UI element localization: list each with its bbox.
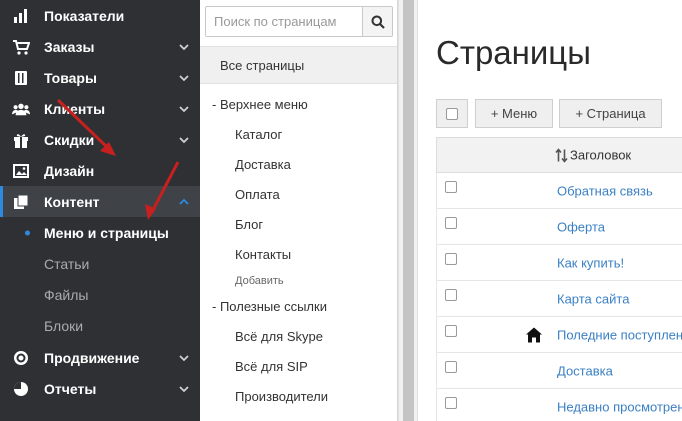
tree-item[interactable]: Всё для Skype <box>235 329 323 344</box>
sidebar-item-clients[interactable]: Клиенты <box>0 93 200 124</box>
table-row[interactable]: Оферта <box>436 209 682 245</box>
menu-group-top[interactable]: - Верхнее меню <box>212 97 308 112</box>
scrollbar-thumb[interactable] <box>403 0 414 421</box>
menu-group-useful-links[interactable]: - Полезные ссылки <box>212 299 327 314</box>
sidebar-item-label: Товары <box>44 69 97 86</box>
bar-chart-icon <box>12 8 30 24</box>
sidebar-item-discounts[interactable]: Скидки <box>0 124 200 155</box>
sidebar-item-promotion[interactable]: Продвижение <box>0 342 200 373</box>
sidebar-item-label: Продвижение <box>44 349 140 366</box>
sidebar-subitem-label: Блоки <box>44 317 84 334</box>
chevron-down-icon[interactable] <box>178 353 190 363</box>
row-checkbox[interactable] <box>445 253 457 265</box>
pages-tree-panel: Все страницы - Верхнее меню Каталог Дост… <box>200 0 398 421</box>
book-icon <box>12 70 30 86</box>
tree-item[interactable]: Контакты <box>235 247 291 262</box>
sidebar-item-label: Контент <box>44 193 100 210</box>
admin-sidebar: Показатели Заказы Товары Клиенты Скидки <box>0 0 200 421</box>
select-all-checkbox[interactable] <box>436 99 468 128</box>
page-link[interactable]: Карта сайта <box>557 291 629 306</box>
chevron-down-icon[interactable] <box>178 42 190 52</box>
add-page-button[interactable]: + Страница <box>559 99 662 128</box>
checkbox[interactable] <box>446 107 458 120</box>
table-row[interactable]: Поледние поступления <box>436 317 682 353</box>
search-input[interactable] <box>205 6 363 37</box>
table-row[interactable]: Обратная связь <box>436 173 682 209</box>
chevron-down-icon[interactable] <box>178 104 190 114</box>
page-link[interactable]: Недавно просмотренные <box>557 399 682 414</box>
home-icon <box>526 327 542 342</box>
sidebar-subitem-label: Статьи <box>44 255 90 272</box>
sidebar-subitem-label: Файлы <box>44 286 89 303</box>
chevron-down-icon[interactable] <box>178 73 190 83</box>
column-header-title[interactable]: Заголовок <box>555 148 631 163</box>
cart-icon <box>12 39 30 55</box>
chevron-down-icon[interactable] <box>178 384 190 394</box>
sidebar-subitem-articles[interactable]: Статьи <box>0 248 200 279</box>
tree-scrollbar[interactable] <box>398 0 418 421</box>
add-menu-item-link[interactable]: Добавить <box>235 275 284 287</box>
search-button[interactable] <box>362 6 393 37</box>
copy-icon <box>12 194 30 210</box>
tree-item[interactable]: Оплата <box>235 187 280 202</box>
page-link[interactable]: Как купить! <box>557 255 624 270</box>
active-dot <box>25 230 30 235</box>
tree-item[interactable]: Каталог <box>235 127 282 142</box>
row-checkbox[interactable] <box>445 361 457 373</box>
page-search <box>205 6 393 37</box>
sidebar-item-orders[interactable]: Заказы <box>0 31 200 62</box>
chevron-down-icon[interactable] <box>178 135 190 145</box>
page-link[interactable]: Оферта <box>557 219 605 234</box>
sidebar-item-label: Заказы <box>44 38 95 55</box>
page-link[interactable]: Обратная связь <box>557 183 653 198</box>
sort-icon[interactable] <box>555 148 568 162</box>
users-icon <box>12 101 30 117</box>
row-checkbox[interactable] <box>445 181 457 193</box>
table-row[interactable]: Недавно просмотренные <box>436 389 682 421</box>
table-row[interactable]: Карта сайта <box>436 281 682 317</box>
row-checkbox[interactable] <box>445 325 457 337</box>
sidebar-item-label: Дизайн <box>44 162 95 179</box>
table-row[interactable]: Доставка <box>436 353 682 389</box>
sidebar-item-design[interactable]: Дизайн <box>0 155 200 186</box>
sidebar-item-label: Показатели <box>44 7 125 24</box>
sidebar-subitem-menus-pages[interactable]: Меню и страницы <box>0 217 200 248</box>
tree-item[interactable]: Производители <box>235 389 328 404</box>
main-content: Страницы + Меню + Страница Заголовок Обр… <box>418 0 682 421</box>
chevron-up-icon[interactable] <box>178 197 190 207</box>
pie-icon <box>12 381 30 397</box>
row-checkbox[interactable] <box>445 397 457 409</box>
tree-item[interactable]: Доставка <box>235 157 291 172</box>
sidebar-item-label: Скидки <box>44 131 95 148</box>
add-menu-button[interactable]: + Меню <box>475 99 553 128</box>
target-icon <box>12 350 30 366</box>
sidebar-subitem-blocks[interactable]: Блоки <box>0 310 200 341</box>
sidebar-item-content[interactable]: Контент <box>0 186 200 217</box>
sidebar-subitem-files[interactable]: Файлы <box>0 279 200 310</box>
gift-icon <box>12 132 30 148</box>
tree-item[interactable]: Всё для SIP <box>235 359 308 374</box>
column-header-label: Заголовок <box>570 147 632 163</box>
tree-item[interactable]: Блог <box>235 217 263 232</box>
table-row[interactable]: Как купить! <box>436 245 682 281</box>
sidebar-subitem-label: Меню и страницы <box>44 224 169 241</box>
table-header: Заголовок <box>436 137 682 173</box>
row-checkbox[interactable] <box>445 289 457 301</box>
image-icon <box>12 163 30 179</box>
row-checkbox[interactable] <box>445 217 457 229</box>
sidebar-item-products[interactable]: Товары <box>0 62 200 93</box>
sidebar-item-dashboard[interactable]: Показатели <box>0 0 200 31</box>
page-title: Страницы <box>436 34 591 71</box>
sidebar-item-reports[interactable]: Отчеты <box>0 373 200 404</box>
sidebar-item-label: Клиенты <box>44 100 106 117</box>
page-link[interactable]: Поледние поступления <box>557 327 682 342</box>
page-link[interactable]: Доставка <box>557 363 613 378</box>
sidebar-item-label: Отчеты <box>44 380 97 397</box>
all-pages-link[interactable]: Все страницы <box>200 46 397 84</box>
search-icon <box>371 15 385 29</box>
